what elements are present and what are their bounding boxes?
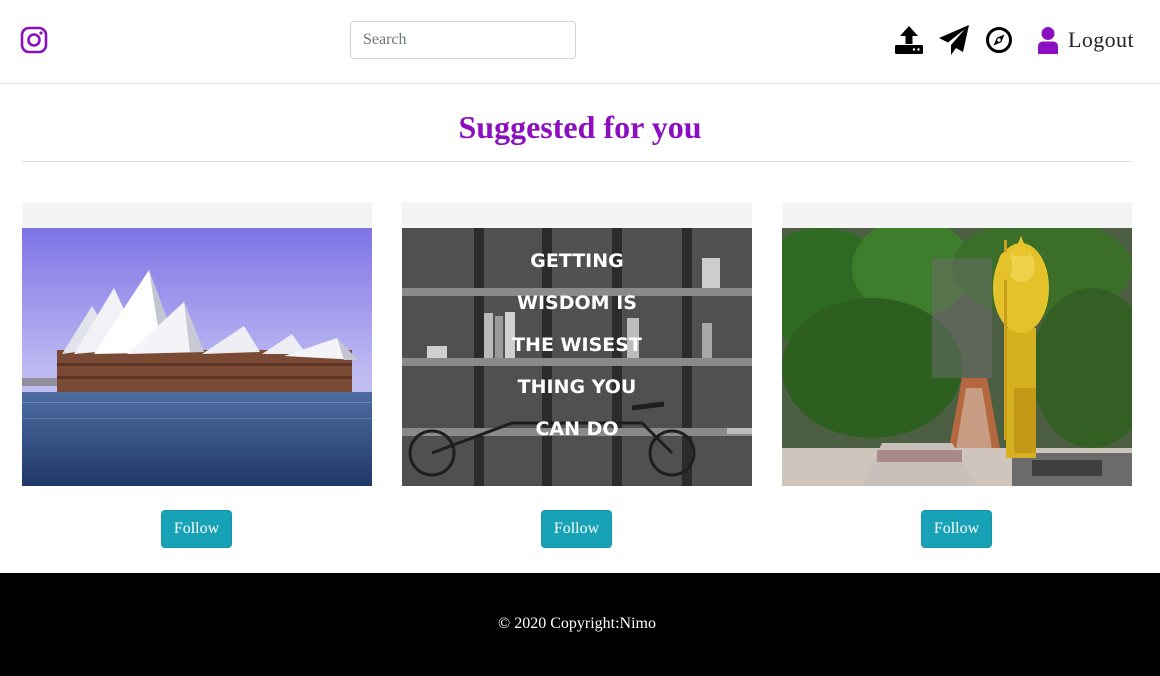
bookshelf-quote-photo[interactable]: GETTING WISDOM IS THE WISEST THING YOU C… xyxy=(402,228,752,486)
title-divider xyxy=(22,161,1132,162)
search-input[interactable] xyxy=(350,21,576,59)
quote-line: WISDOM IS xyxy=(517,292,637,314)
compass-icon[interactable] xyxy=(985,24,1013,56)
upload-icon[interactable] xyxy=(893,24,925,56)
follow-button[interactable]: Follow xyxy=(921,510,992,548)
card-header xyxy=(782,202,1132,228)
suggestion-card: Follow xyxy=(22,202,372,548)
quote-line: GETTING xyxy=(530,250,624,272)
suggestion-card: GETTING WISDOM IS THE WISEST THING YOU C… xyxy=(402,202,752,548)
quote-line: CAN DO xyxy=(535,418,618,440)
batu-caves-statue-photo[interactable] xyxy=(782,228,1132,486)
instagram-logo-icon[interactable] xyxy=(20,26,48,54)
paper-plane-icon[interactable] xyxy=(938,24,970,56)
quote-line: THE WISEST xyxy=(512,334,642,356)
sydney-opera-house-photo[interactable] xyxy=(22,228,372,486)
logout-label: Logout xyxy=(1068,27,1134,52)
follow-button[interactable]: Follow xyxy=(161,510,232,548)
follow-button[interactable]: Follow xyxy=(541,510,612,548)
user-icon xyxy=(1038,27,1058,54)
quote-line: THING YOU xyxy=(518,376,637,398)
card-header xyxy=(402,202,752,228)
card-header xyxy=(22,202,372,228)
page-title: Suggested for you xyxy=(458,109,702,145)
suggestion-card: Follow xyxy=(782,202,1132,548)
logout-button[interactable]: Logout xyxy=(1036,24,1134,56)
page-footer: © 2020 Copyright:Nimo xyxy=(0,573,1160,676)
top-navbar: Logout xyxy=(0,0,1160,84)
copyright-text: © 2020 Copyright:Nimo xyxy=(498,615,656,632)
